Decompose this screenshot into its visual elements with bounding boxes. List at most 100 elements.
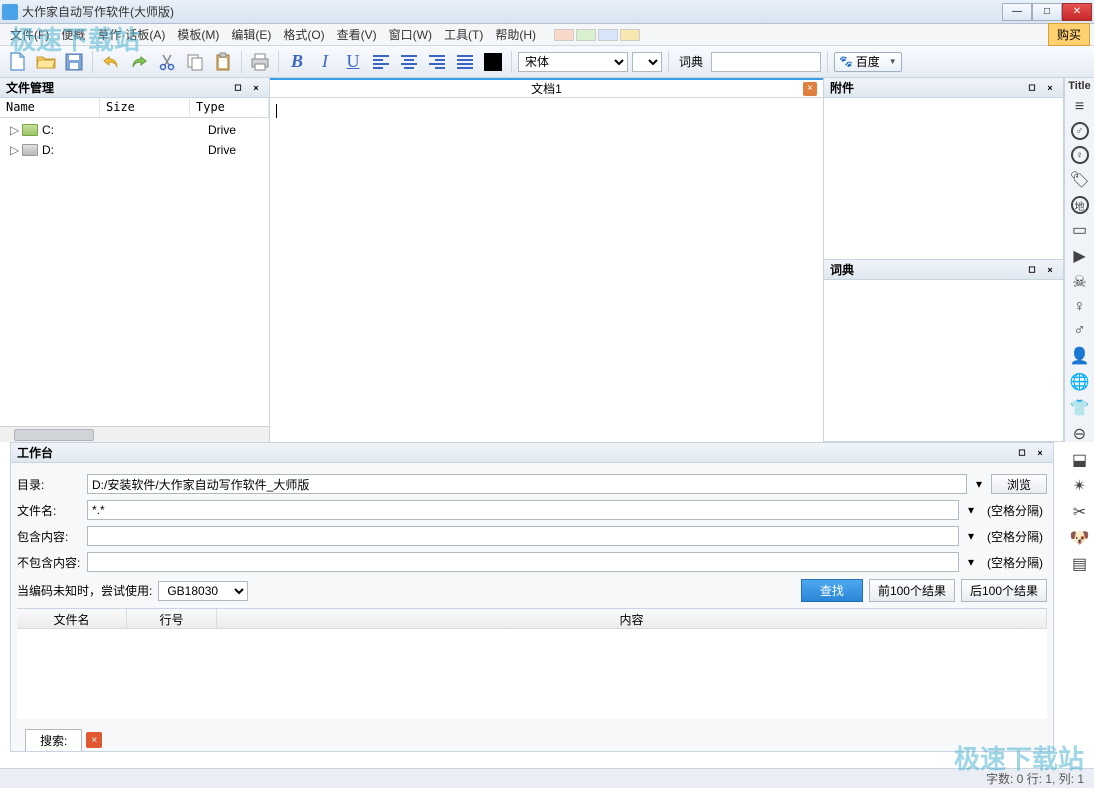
wheel-icon[interactable]: ✴ [1068, 476, 1092, 496]
panel-float-icon[interactable]: ◻ [1015, 446, 1029, 460]
col-size[interactable]: Size [100, 98, 190, 117]
shirt-icon[interactable]: 👕 [1068, 398, 1092, 418]
menu-view[interactable]: 查看(V) [331, 24, 383, 45]
dictionary-body[interactable] [824, 280, 1063, 442]
menu-file[interactable]: 文件(F) [4, 24, 55, 45]
attachment-body[interactable] [824, 98, 1063, 260]
menu-overview[interactable]: 便概 [55, 24, 91, 45]
dropdown-arrow-icon[interactable]: ▾ [973, 477, 985, 491]
text-box-icon[interactable]: ▭ [1068, 220, 1092, 240]
font-select[interactable]: 宋体 [518, 52, 628, 72]
exclude-input[interactable] [87, 552, 959, 572]
panel-close-icon[interactable]: × [249, 81, 263, 95]
italic-icon[interactable]: I [313, 50, 337, 74]
col-name[interactable]: Name [0, 98, 100, 117]
new-file-icon[interactable] [6, 50, 30, 74]
col-line[interactable]: 行号 [127, 609, 217, 628]
menu-help[interactable]: 帮助(H) [489, 24, 542, 45]
bold-icon[interactable]: B [285, 50, 309, 74]
underline-icon[interactable]: U [341, 50, 365, 74]
col-type[interactable]: Type [190, 98, 269, 117]
stairs-icon[interactable]: ⬓ [1068, 450, 1092, 470]
list-icon[interactable]: ▤ [1068, 554, 1092, 574]
panel-float-icon[interactable]: ◻ [1025, 263, 1039, 277]
female-circle-icon[interactable]: ♀ [1068, 146, 1092, 164]
menu-format[interactable]: 格式(O) [277, 24, 330, 45]
save-icon[interactable] [62, 50, 86, 74]
align-justify-icon[interactable] [453, 50, 477, 74]
panel-float-icon[interactable]: ◻ [231, 81, 245, 95]
tree-row[interactable]: ▷ D: Drive [2, 140, 267, 160]
dropdown-arrow-icon[interactable]: ▾ [965, 503, 977, 517]
menu-window[interactable]: 窗口(W) [383, 24, 438, 45]
col-content[interactable]: 内容 [217, 609, 1047, 628]
menu-tools[interactable]: 工具(T) [438, 24, 489, 45]
encoding-select[interactable]: GB18030 [158, 581, 248, 601]
maximize-button[interactable]: □ [1032, 3, 1062, 21]
panel-close-icon[interactable]: × [1043, 81, 1057, 95]
search-engine-select[interactable]: 🐾 百度 ▼ [834, 52, 902, 72]
expand-icon[interactable]: ▷ [10, 123, 22, 137]
col-filename[interactable]: 文件名 [17, 609, 127, 628]
swatch-green[interactable] [576, 29, 596, 41]
next-results-button[interactable]: 后100个结果 [961, 579, 1047, 602]
prev-results-button[interactable]: 前100个结果 [869, 579, 955, 602]
copy-icon[interactable] [183, 50, 207, 74]
menu-edit[interactable]: 编辑(E) [225, 24, 277, 45]
cross-swords-icon[interactable]: ✂ [1068, 502, 1092, 522]
panel-close-icon[interactable]: × [1033, 446, 1047, 460]
swatch-peach[interactable] [554, 29, 574, 41]
search-tab[interactable]: 搜索: [25, 729, 82, 751]
globe-icon[interactable]: 🌐 [1068, 372, 1092, 392]
editor-textarea[interactable] [270, 98, 823, 442]
paste-icon[interactable] [211, 50, 235, 74]
close-tab-icon[interactable]: × [803, 82, 817, 96]
panel-float-icon[interactable]: ◻ [1025, 81, 1039, 95]
play-icon[interactable]: ▶ [1068, 246, 1092, 266]
redo-icon[interactable] [127, 50, 151, 74]
search-tab-close-icon[interactable]: × [86, 732, 102, 748]
dropdown-arrow-icon[interactable]: ▾ [965, 555, 977, 569]
align-right-icon[interactable] [425, 50, 449, 74]
font-size-select[interactable] [632, 52, 662, 72]
filename-input[interactable] [87, 500, 959, 520]
minimize-button[interactable]: — [1002, 3, 1032, 21]
directory-input[interactable] [87, 474, 967, 494]
menu-articles[interactable]: 草作·话板(A) [91, 24, 171, 45]
include-input[interactable] [87, 526, 959, 546]
horizontal-scrollbar[interactable] [0, 426, 269, 442]
dropdown-arrow-icon[interactable]: ▾ [965, 529, 977, 543]
panel-close-icon[interactable]: × [1043, 263, 1057, 277]
tag-icon[interactable]: 🏷 [1068, 170, 1092, 190]
buy-button[interactable]: 购买 [1048, 23, 1090, 46]
text-color-icon[interactable] [481, 50, 505, 74]
status-text: 字数: 0 行: 1, 列: 1 [986, 770, 1084, 787]
mars-icon[interactable]: ♂ [1068, 322, 1092, 340]
cut-icon[interactable] [155, 50, 179, 74]
undo-icon[interactable] [99, 50, 123, 74]
drive-label: D: [42, 143, 118, 157]
hamburger-icon[interactable]: ≡ [1068, 98, 1092, 116]
expand-icon[interactable]: ▷ [10, 143, 22, 157]
open-folder-icon[interactable] [34, 50, 58, 74]
swatch-blue[interactable] [598, 29, 618, 41]
scrollbar-thumb[interactable] [14, 429, 94, 441]
male-circle-icon[interactable]: ♂ [1068, 122, 1092, 140]
print-icon[interactable] [248, 50, 272, 74]
align-left-icon[interactable] [369, 50, 393, 74]
browse-button[interactable]: 浏览 [991, 474, 1047, 494]
venus-icon[interactable]: ♀ [1068, 298, 1092, 316]
location-icon[interactable]: 地 [1068, 196, 1092, 214]
swatch-yellow[interactable] [620, 29, 640, 41]
strip-title[interactable]: Title [1068, 80, 1092, 92]
align-center-icon[interactable] [397, 50, 421, 74]
menu-template[interactable]: 模板(M) [171, 24, 225, 45]
skull-icon[interactable]: ☠ [1068, 272, 1092, 292]
profile-icon[interactable]: 👤 [1068, 346, 1092, 366]
close-button[interactable]: ✕ [1062, 3, 1092, 21]
tree-row[interactable]: ▷ C: Drive [2, 120, 267, 140]
dictionary-input[interactable] [711, 52, 821, 72]
search-button[interactable]: 查找 [801, 579, 863, 602]
pet-icon[interactable]: 🐶 [1068, 528, 1092, 548]
ball-icon[interactable]: ⊖ [1068, 424, 1092, 444]
